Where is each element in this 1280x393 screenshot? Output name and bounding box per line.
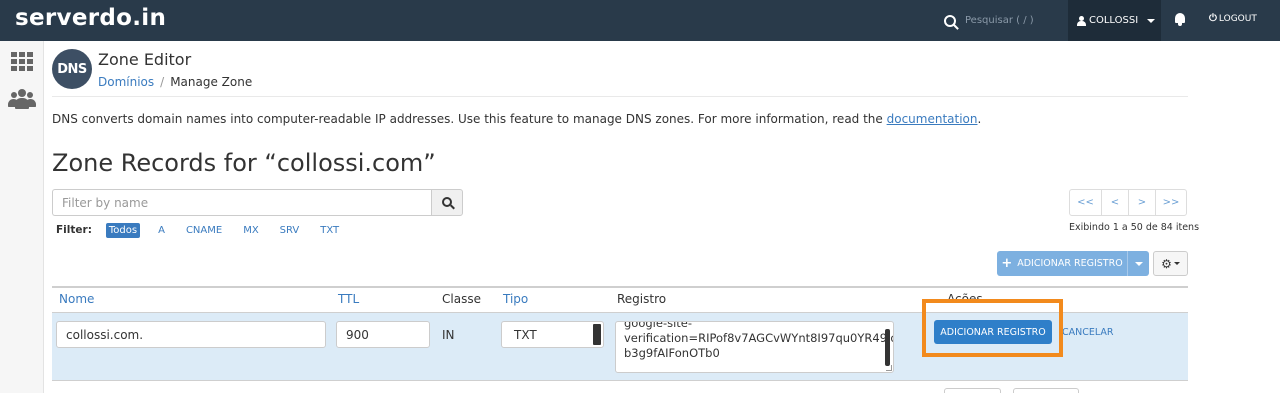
record-type-filter: Filter: Todos A CNAME MX SRV TXT xyxy=(56,222,357,238)
global-search[interactable] xyxy=(944,0,1055,41)
users-group-icon[interactable] xyxy=(8,89,36,109)
record-type-value: TXT xyxy=(514,327,537,342)
page-title: Zone Editor xyxy=(98,50,192,69)
filter-srv[interactable]: SRV xyxy=(277,223,303,238)
textarea-scrollbar[interactable] xyxy=(885,329,890,366)
save-record-button[interactable]: ADICIONAR REGISTRO xyxy=(934,320,1052,344)
settings-dropdown-button[interactable]: ⚙ xyxy=(1153,251,1188,276)
apps-grid-icon[interactable] xyxy=(11,52,33,71)
user-menu[interactable]: COLLOSSI xyxy=(1068,0,1161,41)
top-navbar: serverdo.in COLLOSSI ⏻ LOGOUT xyxy=(0,0,1280,41)
add-record-label: ADICIONAR REGISTRO xyxy=(1017,258,1123,269)
col-header-class: Classe xyxy=(442,292,481,306)
filter-cname[interactable]: CNAME xyxy=(183,223,225,238)
brand-logo[interactable]: serverdo.in xyxy=(15,5,166,31)
page-last-button[interactable]: >> xyxy=(1155,189,1187,216)
logout-icon: ⏻ xyxy=(1209,13,1217,24)
page-first-button[interactable]: << xyxy=(1069,189,1102,216)
record-value-line: b3g9fAIFonOTb0 xyxy=(624,346,720,360)
filter-search xyxy=(52,189,463,216)
breadcrumb-domains-link[interactable]: Domínios xyxy=(98,75,154,89)
record-ttl-input[interactable] xyxy=(336,321,430,348)
breadcrumb-current: Manage Zone xyxy=(170,75,253,89)
sidebar xyxy=(0,41,44,393)
col-header-type[interactable]: Tipo xyxy=(503,292,528,306)
filter-a[interactable]: A xyxy=(155,223,168,238)
page-description: DNS converts domain names into computer-… xyxy=(52,112,981,126)
logout-label: LOGOUT xyxy=(1218,13,1257,24)
dns-icon: DNS xyxy=(52,49,92,89)
zone-records-title: Zone Records for “collossi.com” xyxy=(52,149,436,177)
user-name: COLLOSSI xyxy=(1089,15,1139,26)
row-action-button[interactable] xyxy=(944,388,1001,393)
breadcrumb: Domínios / Manage Zone xyxy=(98,75,252,89)
record-value-line: verification=RIPof8v7AGCvWYnt8I97qu0YR49… xyxy=(624,331,894,345)
filter-mx[interactable]: MX xyxy=(240,223,261,238)
breadcrumb-separator: / xyxy=(160,75,165,89)
col-header-ttl[interactable]: TTL xyxy=(338,292,359,306)
gear-icon: ⚙ xyxy=(1161,256,1172,271)
page-next-button[interactable]: > xyxy=(1128,189,1156,216)
resize-handle-icon[interactable] xyxy=(886,365,892,371)
col-header-name[interactable]: Nome xyxy=(59,292,94,306)
description-end: . xyxy=(977,112,982,126)
filter-by-name-input[interactable] xyxy=(52,189,431,216)
documentation-link[interactable]: documentation xyxy=(887,112,978,126)
logout-link[interactable]: ⏻ LOGOUT xyxy=(1209,13,1257,24)
record-type-select[interactable]: TXT xyxy=(501,321,604,348)
filter-txt[interactable]: TXT xyxy=(317,223,342,238)
record-value-textarea[interactable]: google-site- verification=RIPof8v7AGCvWY… xyxy=(615,321,894,373)
filter-label: Filter: xyxy=(56,224,92,236)
add-record-dropdown-toggle[interactable] xyxy=(1127,251,1149,276)
record-class: IN xyxy=(442,328,455,342)
col-header-actions: Ações xyxy=(947,292,983,299)
pagination-status: Exibindo 1 a 50 de 84 itens xyxy=(1069,222,1200,233)
search-icon[interactable] xyxy=(944,14,956,27)
table-top-border xyxy=(52,286,1188,288)
pagination: << < > >> xyxy=(1069,189,1187,216)
select-arrows-icon xyxy=(593,324,601,345)
cancel-link[interactable]: CANCELAR xyxy=(1062,327,1114,338)
global-search-input[interactable] xyxy=(965,15,1055,26)
chevron-down-icon xyxy=(1147,18,1156,23)
bell-icon[interactable] xyxy=(1174,13,1186,26)
description-text: DNS converts domain names into computer-… xyxy=(52,112,887,126)
plus-icon: + xyxy=(1001,256,1013,271)
filter-todos[interactable]: Todos xyxy=(105,222,141,238)
col-header-record: Registro xyxy=(617,292,667,306)
filter-search-button[interactable] xyxy=(431,189,463,216)
search-icon xyxy=(442,197,452,207)
add-record-group: + ADICIONAR REGISTRO xyxy=(997,251,1149,276)
user-icon xyxy=(1077,15,1086,26)
record-value-line: google-site- xyxy=(624,321,693,330)
row-action-button[interactable] xyxy=(1013,388,1079,393)
chevron-down-icon xyxy=(1173,262,1180,265)
add-record-button[interactable]: + ADICIONAR REGISTRO xyxy=(997,251,1127,276)
record-name-input[interactable] xyxy=(56,321,326,348)
page-prev-button[interactable]: < xyxy=(1101,189,1129,216)
chevron-down-icon xyxy=(1134,261,1143,266)
header-divider xyxy=(52,96,1188,97)
